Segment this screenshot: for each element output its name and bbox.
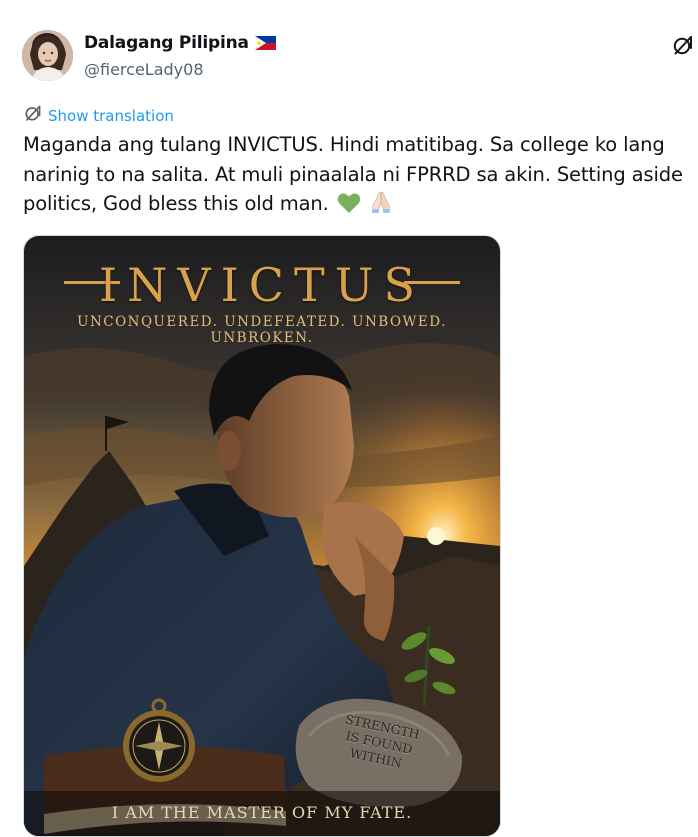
poster-tagline: UNCONQUERED. UNDEFEATED. UNBOWED. UNBROK… bbox=[77, 314, 447, 346]
show-translation-link[interactable]: Show translation bbox=[24, 104, 174, 127]
grok-icon[interactable] bbox=[672, 34, 694, 56]
tweet: Dalagang Pilipina @fierceLady08 Show tra… bbox=[0, 0, 698, 837]
green-heart-icon bbox=[337, 192, 361, 223]
avatar[interactable] bbox=[22, 30, 73, 81]
author-display-name[interactable]: Dalagang Pilipina bbox=[84, 33, 249, 53]
post-text: Maganda ang tulang INVICTUS. Hindi matit… bbox=[23, 130, 688, 223]
post-media-image[interactable]: INVICTUS UNCONQUERED. UNDEFEATED. UNBOWE… bbox=[23, 235, 501, 837]
author-name-row[interactable]: Dalagang Pilipina bbox=[84, 33, 276, 53]
poster-quote: I AM THE MASTER OF MY FATE. bbox=[111, 803, 413, 822]
show-translation-label[interactable]: Show translation bbox=[48, 107, 174, 125]
author-handle[interactable]: @fierceLady08 bbox=[84, 60, 204, 79]
poster-title: INVICTUS bbox=[99, 258, 425, 312]
grok-translate-icon bbox=[24, 104, 42, 127]
philippines-flag-icon bbox=[254, 36, 276, 50]
folded-hands-icon bbox=[369, 190, 393, 223]
